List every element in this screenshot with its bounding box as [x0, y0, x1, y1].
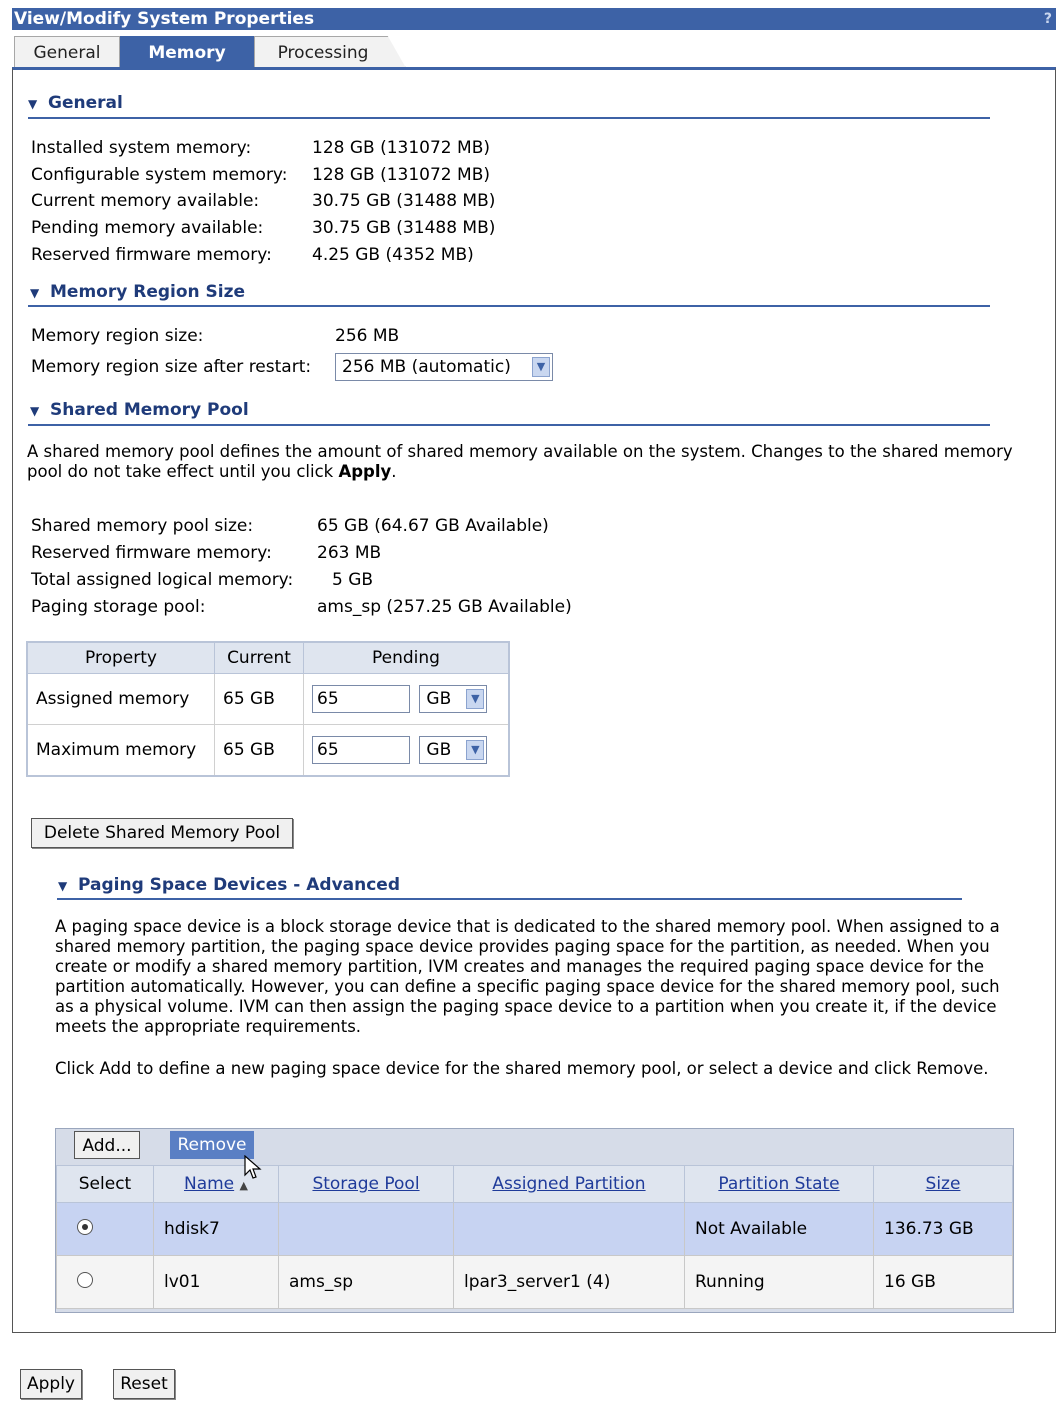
section-divider: [57, 898, 962, 900]
table-row[interactable]: hdisk7 Not Available 136.73 GB: [56, 1202, 1013, 1256]
reserved-firmware-row: Reserved firmware memory: 4.25 GB (4352 M…: [31, 245, 474, 265]
collapse-triangle-icon: ▼: [30, 286, 40, 300]
window-title: View/Modify System Properties: [14, 9, 315, 29]
chevron-down-icon[interactable]: ▼: [466, 740, 485, 760]
tab-bar: General Memory Processing: [14, 36, 1056, 68]
table-row: Assigned memory 65 GB 65 GB ▼: [26, 673, 510, 725]
column-header-property: Property: [26, 641, 215, 674]
maximum-memory-unit-select[interactable]: GB ▼: [419, 736, 488, 764]
column-header-pending: Pending: [303, 641, 510, 674]
collapse-triangle-icon: ▼: [58, 879, 68, 893]
device-select-radio[interactable]: [77, 1271, 93, 1288]
pool-description: A shared memory pool defines the amount …: [27, 442, 1013, 481]
collapse-triangle-icon: ▼: [30, 404, 40, 418]
paging-description: A paging space device is a block storage…: [55, 917, 1000, 1036]
tab-processing[interactable]: Processing: [254, 36, 406, 68]
column-header-storage-pool[interactable]: Storage Pool: [278, 1165, 454, 1203]
tab-memory[interactable]: Memory: [120, 36, 254, 68]
table-row: Maximum memory 65 GB 65 GB ▼: [26, 724, 510, 777]
pool-property-table: Property Current Pending Assigned memory…: [26, 641, 510, 777]
chevron-down-icon[interactable]: ▼: [466, 689, 485, 709]
region-restart-label: Memory region size after restart:: [31, 357, 312, 377]
reset-button[interactable]: Reset: [113, 1369, 175, 1399]
column-header-current: Current: [214, 641, 304, 674]
paging-devices-table: Select Name ▲ Storage Pool Assigned Part…: [56, 1165, 1013, 1309]
assigned-memory-input[interactable]: 65: [312, 685, 410, 713]
section-divider: [28, 305, 990, 307]
region-size-row: Memory region size: 256 MB: [31, 326, 400, 346]
general-section-header[interactable]: ▼ General: [28, 93, 123, 113]
maximum-memory-input[interactable]: 65: [312, 736, 410, 764]
section-divider: [28, 117, 990, 119]
column-header-size[interactable]: Size: [873, 1165, 1013, 1203]
section-divider: [28, 424, 990, 426]
window-title-bar: View/Modify System Properties ?: [12, 8, 1056, 30]
configurable-memory-row: Configurable system memory: 128 GB (13107…: [31, 165, 490, 185]
help-icon[interactable]: ?: [1044, 8, 1052, 30]
chevron-down-icon[interactable]: ▼: [532, 357, 550, 377]
pool-firmware-row: Reserved firmware memory: 263 MB: [31, 543, 382, 563]
pool-assigned-row: Total assigned logical memory: 5 GB: [31, 570, 374, 590]
add-device-button[interactable]: Add...: [74, 1131, 140, 1159]
pool-section-header[interactable]: ▼ Shared Memory Pool: [30, 400, 249, 420]
region-section-header[interactable]: ▼ Memory Region Size: [30, 282, 245, 302]
region-size-select[interactable]: 256 MB (automatic) ▼: [335, 353, 553, 381]
installed-memory-row: Installed system memory: 128 GB (131072 M…: [31, 138, 490, 158]
collapse-triangle-icon: ▼: [28, 97, 38, 111]
table-row[interactable]: lv01 ams_sp lpar3_server1 (4) Running 16…: [56, 1255, 1013, 1309]
column-header-partition-state[interactable]: Partition State: [684, 1165, 874, 1203]
column-header-assigned-partition[interactable]: Assigned Partition: [453, 1165, 685, 1203]
mouse-cursor-icon: [244, 1155, 262, 1179]
paging-devices-table-container: Add... Remove Select Name ▲ Storage Pool…: [55, 1128, 1014, 1313]
current-memory-row: Current memory available: 30.75 GB (31488…: [31, 191, 496, 211]
delete-pool-button[interactable]: Delete Shared Memory Pool: [31, 818, 293, 848]
remove-device-button[interactable]: Remove: [170, 1131, 254, 1159]
pool-size-row: Shared memory pool size: 65 GB (64.67 GB …: [31, 516, 549, 536]
assigned-memory-unit-select[interactable]: GB ▼: [419, 685, 488, 713]
paging-section-header[interactable]: ▼ Paging Space Devices - Advanced: [58, 875, 400, 895]
apply-button[interactable]: Apply: [20, 1369, 82, 1399]
tab-general[interactable]: General: [14, 36, 120, 68]
pool-paging-row: Paging storage pool: ams_sp (257.25 GB Av…: [31, 597, 572, 617]
pending-memory-row: Pending memory available: 30.75 GB (31488…: [31, 218, 496, 238]
paging-instructions: Click Add to define a new paging space d…: [55, 1059, 989, 1078]
column-header-select: Select: [56, 1165, 154, 1203]
device-select-radio[interactable]: [77, 1218, 93, 1235]
